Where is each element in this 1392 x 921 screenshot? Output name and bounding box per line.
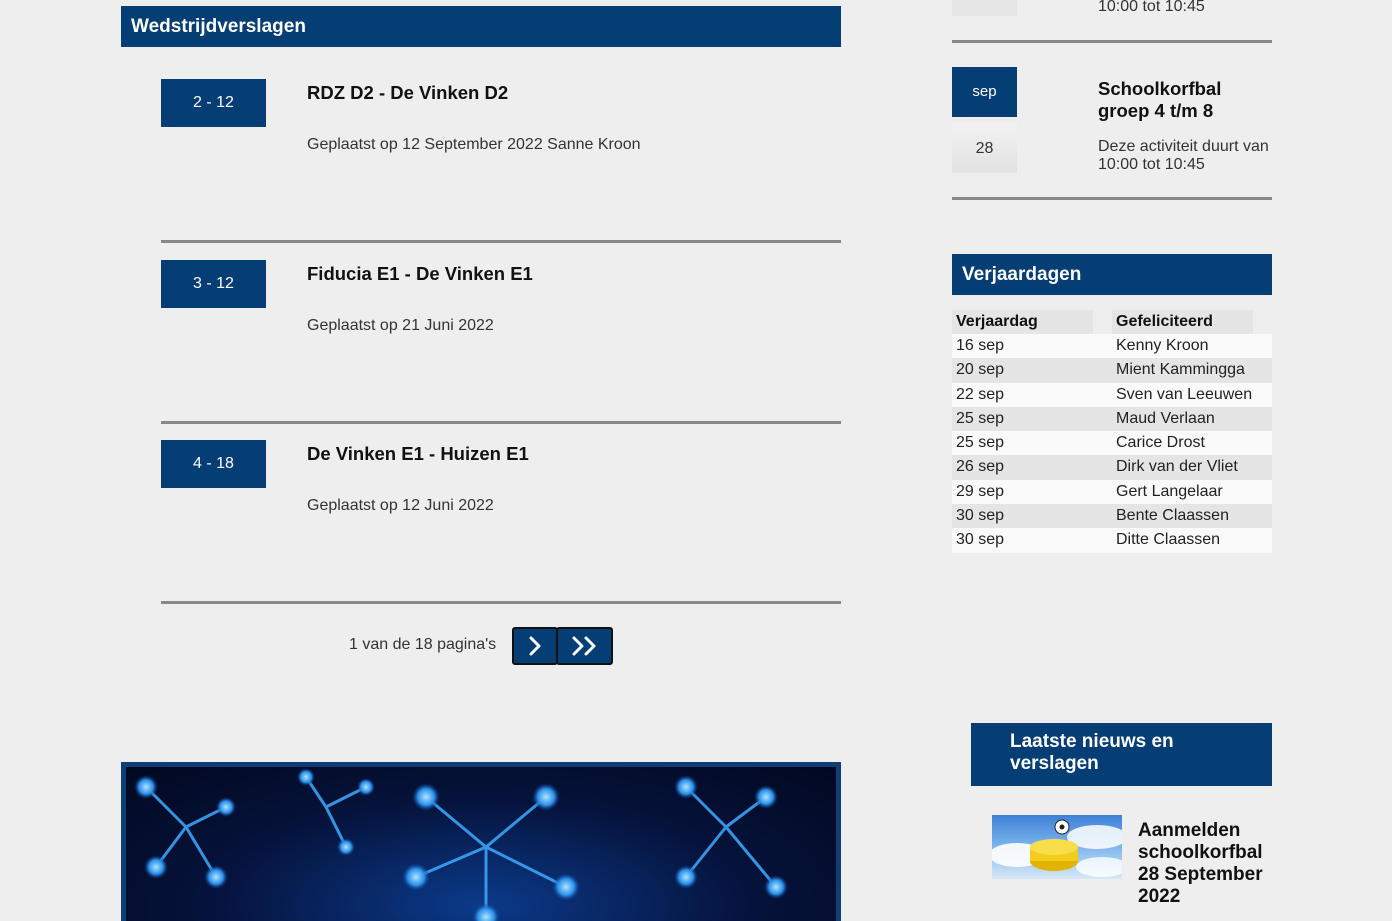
birthday-date: 22 sep [956, 385, 1005, 403]
birthday-date: 29 sep [956, 482, 1005, 500]
divider [952, 40, 1272, 43]
table-row: 20 sep Mient Kammingga [952, 358, 1272, 383]
divider [161, 601, 841, 604]
table-row: 30 sep Bente Claassen [952, 504, 1272, 529]
virus-banner-image [121, 762, 841, 921]
event-title-link[interactable]: Schoolkorfbal groep 4 t/m 8 [1098, 78, 1272, 122]
birthday-date: 26 sep [956, 458, 1005, 476]
column-header-date: Verjaardag [956, 313, 1038, 330]
report-item[interactable]: 3 - 12 Fiducia E1 - De Vinken E1 Geplaat… [161, 260, 841, 442]
report-title-link[interactable]: Fiducia E1 - De Vinken E1 [307, 263, 533, 285]
korfbal-image [992, 819, 1122, 877]
birthday-date: 30 sep [956, 507, 1005, 525]
table-row: 29 sep Gert Langelaar [952, 479, 1272, 505]
last-page-button[interactable] [556, 627, 613, 665]
table-row: 25 sep Carice Drost [952, 431, 1272, 456]
report-meta: Geplaatst op 12 Juni 2022 [307, 497, 494, 514]
event-day: 28 [952, 123, 1017, 173]
report-title-link[interactable]: De Vinken E1 - Huizen E1 [307, 443, 529, 465]
birthday-date: 25 sep [956, 409, 1005, 427]
birthday-date: 20 sep [956, 361, 1005, 379]
event-description: Deze activiteit duurt van 10:00 tot 10:4… [1098, 138, 1269, 173]
birthday-name: Ditte Claassen [1116, 531, 1221, 549]
table-row: 30 sep Ditte Claassen [952, 528, 1272, 553]
score-badge: 3 - 12 [161, 260, 266, 308]
birthday-name: Dirk van der Vliet [1116, 458, 1238, 476]
table-row: 25 sep Maud Verlaan [952, 406, 1272, 432]
table-row: 26 sep Dirk van der Vliet [952, 455, 1272, 480]
reports-section-title: Wedstrijdverslagen [121, 6, 841, 47]
event-month: sep [952, 67, 1017, 117]
birthday-name: Gert Langelaar [1116, 482, 1223, 500]
birthday-name: Maud Verlaan [1116, 409, 1215, 427]
birthday-name: Carice Drost [1116, 434, 1205, 452]
news-section-title: Laatste nieuws en verslagen [971, 723, 1272, 786]
score-badge: 4 - 18 [161, 440, 266, 488]
birthday-name: Mient Kammingga [1116, 361, 1245, 379]
double-chevron-right-icon [572, 636, 595, 656]
birthday-date: 16 sep [956, 337, 1005, 354]
table-row: 22 sep Sven van Leeuwen [952, 382, 1272, 407]
report-item[interactable]: 2 - 12 RDZ D2 - De Vinken D2 Geplaatst o… [161, 79, 841, 261]
report-item[interactable]: 4 - 18 De Vinken E1 - Huizen E1 Geplaats… [161, 440, 841, 622]
birthday-name: Sven van Leeuwen [1116, 385, 1253, 403]
divider [161, 240, 841, 243]
news-thumbnail[interactable] [992, 815, 1122, 879]
table-header: Verjaardag Gefeliciteerd [952, 310, 1272, 334]
divider [161, 421, 841, 424]
news-item-title-link[interactable]: Aanmelden schoolkorfbal 28 September 202… [1138, 820, 1278, 908]
previous-event-time: 10:00 tot 10:45 [1098, 0, 1205, 15]
pagination-status: 1 van de 18 pagina's [349, 636, 497, 653]
birthday-name: Bente Claassen [1116, 507, 1229, 525]
divider [952, 197, 1272, 200]
birthday-name: Kenny Kroon [1116, 337, 1209, 354]
report-title-link[interactable]: RDZ D2 - De Vinken D2 [307, 82, 508, 104]
virus-illustration [134, 768, 788, 921]
previous-event-day [952, 0, 1017, 16]
birthdays-title: Verjaardagen [952, 254, 1272, 295]
report-meta: Geplaatst op 21 Juni 2022 [307, 317, 494, 334]
column-header-name: Gefeliciteerd [1116, 313, 1213, 330]
score-badge: 2 - 12 [161, 79, 266, 127]
birthday-date: 25 sep [956, 434, 1005, 452]
birthdays-table: Verjaardag Gefeliciteerd 16 sep Kenny Kro… [952, 310, 1272, 553]
table-row: 16 sep Kenny Kroon [952, 334, 1272, 359]
chevron-right-icon [529, 636, 541, 656]
report-meta: Geplaatst op 12 September 2022 Sanne Kro… [307, 136, 641, 153]
next-page-button[interactable] [512, 627, 558, 665]
birthday-date: 30 sep [956, 531, 1005, 549]
